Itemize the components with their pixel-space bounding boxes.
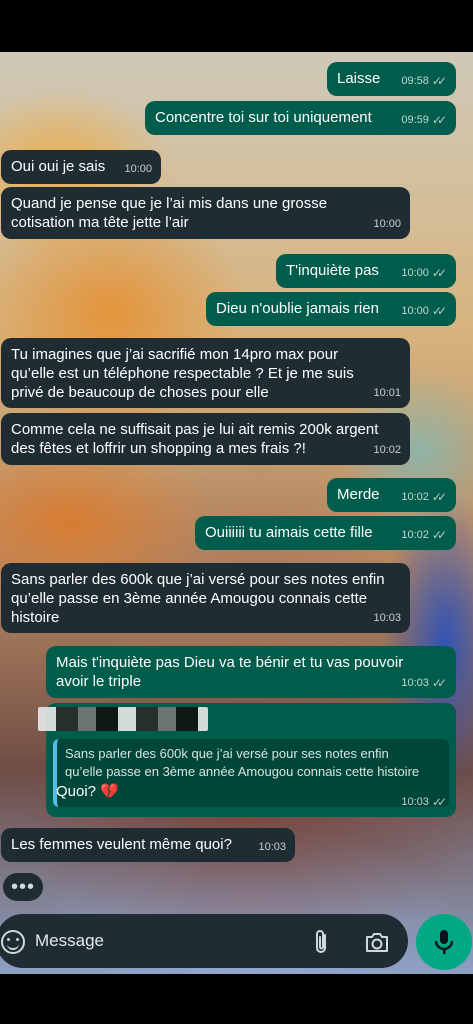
read-ticks-icon: ✓✓ [431, 266, 447, 280]
message-time: 10:00 [401, 267, 429, 279]
message-in[interactable]: Sans parler des 600k que j’ai versé pour… [1, 563, 410, 633]
message-text: Laisse [337, 70, 381, 87]
read-ticks-icon: ✓✓ [431, 74, 447, 88]
message-line: privé de beaucoup de choses pour elle [11, 384, 269, 401]
message-out[interactable]: T'inquiète pas 10:00 ✓✓ [276, 254, 456, 288]
emoji-icon[interactable] [1, 930, 25, 954]
message-out[interactable]: Ouiiiiii tu aimais cette fille 10:02 ✓✓ [195, 516, 456, 550]
message-time: 10:00 [373, 218, 401, 230]
message-text: Quoi? 💔 [56, 783, 119, 800]
message-time: 10:03 [258, 841, 286, 853]
redacted-sender-name [38, 707, 208, 731]
message-text: Dieu n'oublie jamais rien [216, 300, 379, 317]
microphone-icon [434, 930, 454, 954]
message-text: Les femmes veulent même quoi? [11, 836, 232, 853]
message-text: Oui oui je sais [11, 158, 106, 175]
typing-indicator: ••• [3, 873, 43, 901]
message-out[interactable]: Laisse 09:58 ✓✓ [327, 62, 456, 96]
message-time: 10:00 [401, 305, 429, 317]
message-line: Tu imagines que j’ai sacrifié mon 14pro … [11, 346, 339, 363]
message-out[interactable]: Merde 10:02 ✓✓ [327, 478, 456, 512]
message-text: Ouiiiiii tu aimais cette fille [205, 524, 373, 541]
message-line: cotisation ma tête jette l’air [11, 214, 189, 231]
message-text: T'inquiète pas [286, 262, 379, 279]
quoted-line: Sans parler des 600k que j’ai versé pour… [65, 746, 389, 761]
message-in[interactable]: Comme cela ne suffisait pas je lui ait r… [1, 413, 410, 465]
message-out[interactable]: Mais t'inquiète pas Dieu va te bénir et … [46, 646, 456, 698]
message-in[interactable]: Tu imagines que j’ai sacrifié mon 14pro … [1, 338, 410, 408]
message-line: qu’elle passe en 3ème année Amougou conn… [11, 590, 368, 607]
message-line: qu’elle est un téléphone respectable ? E… [11, 365, 354, 382]
message-out[interactable]: Concentre toi sur toi uniquement 09:59 ✓✓ [145, 101, 456, 135]
message-text: Concentre toi sur toi uniquement [155, 109, 372, 126]
read-ticks-icon: ✓✓ [431, 528, 447, 542]
message-in[interactable]: Oui oui je sais 10:00 [1, 150, 161, 184]
message-out[interactable]: Dieu n'oublie jamais rien 10:00 ✓✓ [206, 292, 456, 326]
read-ticks-icon: ✓✓ [431, 304, 447, 318]
message-in[interactable]: Quand je pense que je l’ai mis dans une … [1, 187, 410, 239]
message-time: 10:03 [401, 677, 429, 689]
message-text: Merde [337, 486, 380, 503]
read-ticks-icon: ✓✓ [431, 490, 447, 504]
navigation-bar-area [0, 974, 473, 1024]
message-line: histoire [11, 609, 60, 626]
message-in[interactable]: Les femmes veulent même quoi? 10:03 [1, 828, 295, 862]
read-ticks-icon: ✓✓ [431, 113, 447, 127]
message-composer[interactable]: Message [0, 914, 408, 968]
status-bar-area [0, 0, 473, 52]
camera-icon[interactable] [364, 930, 390, 954]
message-line: Comme cela ne suffisait pas je lui ait r… [11, 421, 379, 438]
message-line: avoir le triple [56, 673, 142, 690]
message-input[interactable]: Message [35, 931, 104, 951]
quoted-line: qu’elle passe en 3ème année Amougou conn… [65, 764, 420, 779]
message-time: 10:02 [373, 444, 401, 456]
message-time: 10:01 [373, 387, 401, 399]
message-time: 10:03 [373, 612, 401, 624]
message-time: 10:02 [401, 491, 429, 503]
message-time: 10:03 [401, 796, 429, 808]
message-time: 10:02 [401, 529, 429, 541]
message-time: 09:59 [401, 114, 429, 126]
message-time: 09:58 [401, 75, 429, 87]
read-ticks-icon: ✓✓ [431, 676, 447, 690]
message-line: des fêtes et loffrir un shopping a mes f… [11, 440, 306, 457]
microphone-button[interactable] [416, 914, 472, 970]
message-line: Sans parler des 600k que j’ai versé pour… [11, 571, 385, 588]
paperclip-icon[interactable] [312, 929, 332, 955]
message-time: 10:00 [124, 163, 152, 175]
message-line: Mais t'inquiète pas Dieu va te bénir et … [56, 654, 404, 671]
message-line: Quand je pense que je l’ai mis dans une … [11, 195, 328, 212]
read-ticks-icon: ✓✓ [431, 795, 447, 809]
